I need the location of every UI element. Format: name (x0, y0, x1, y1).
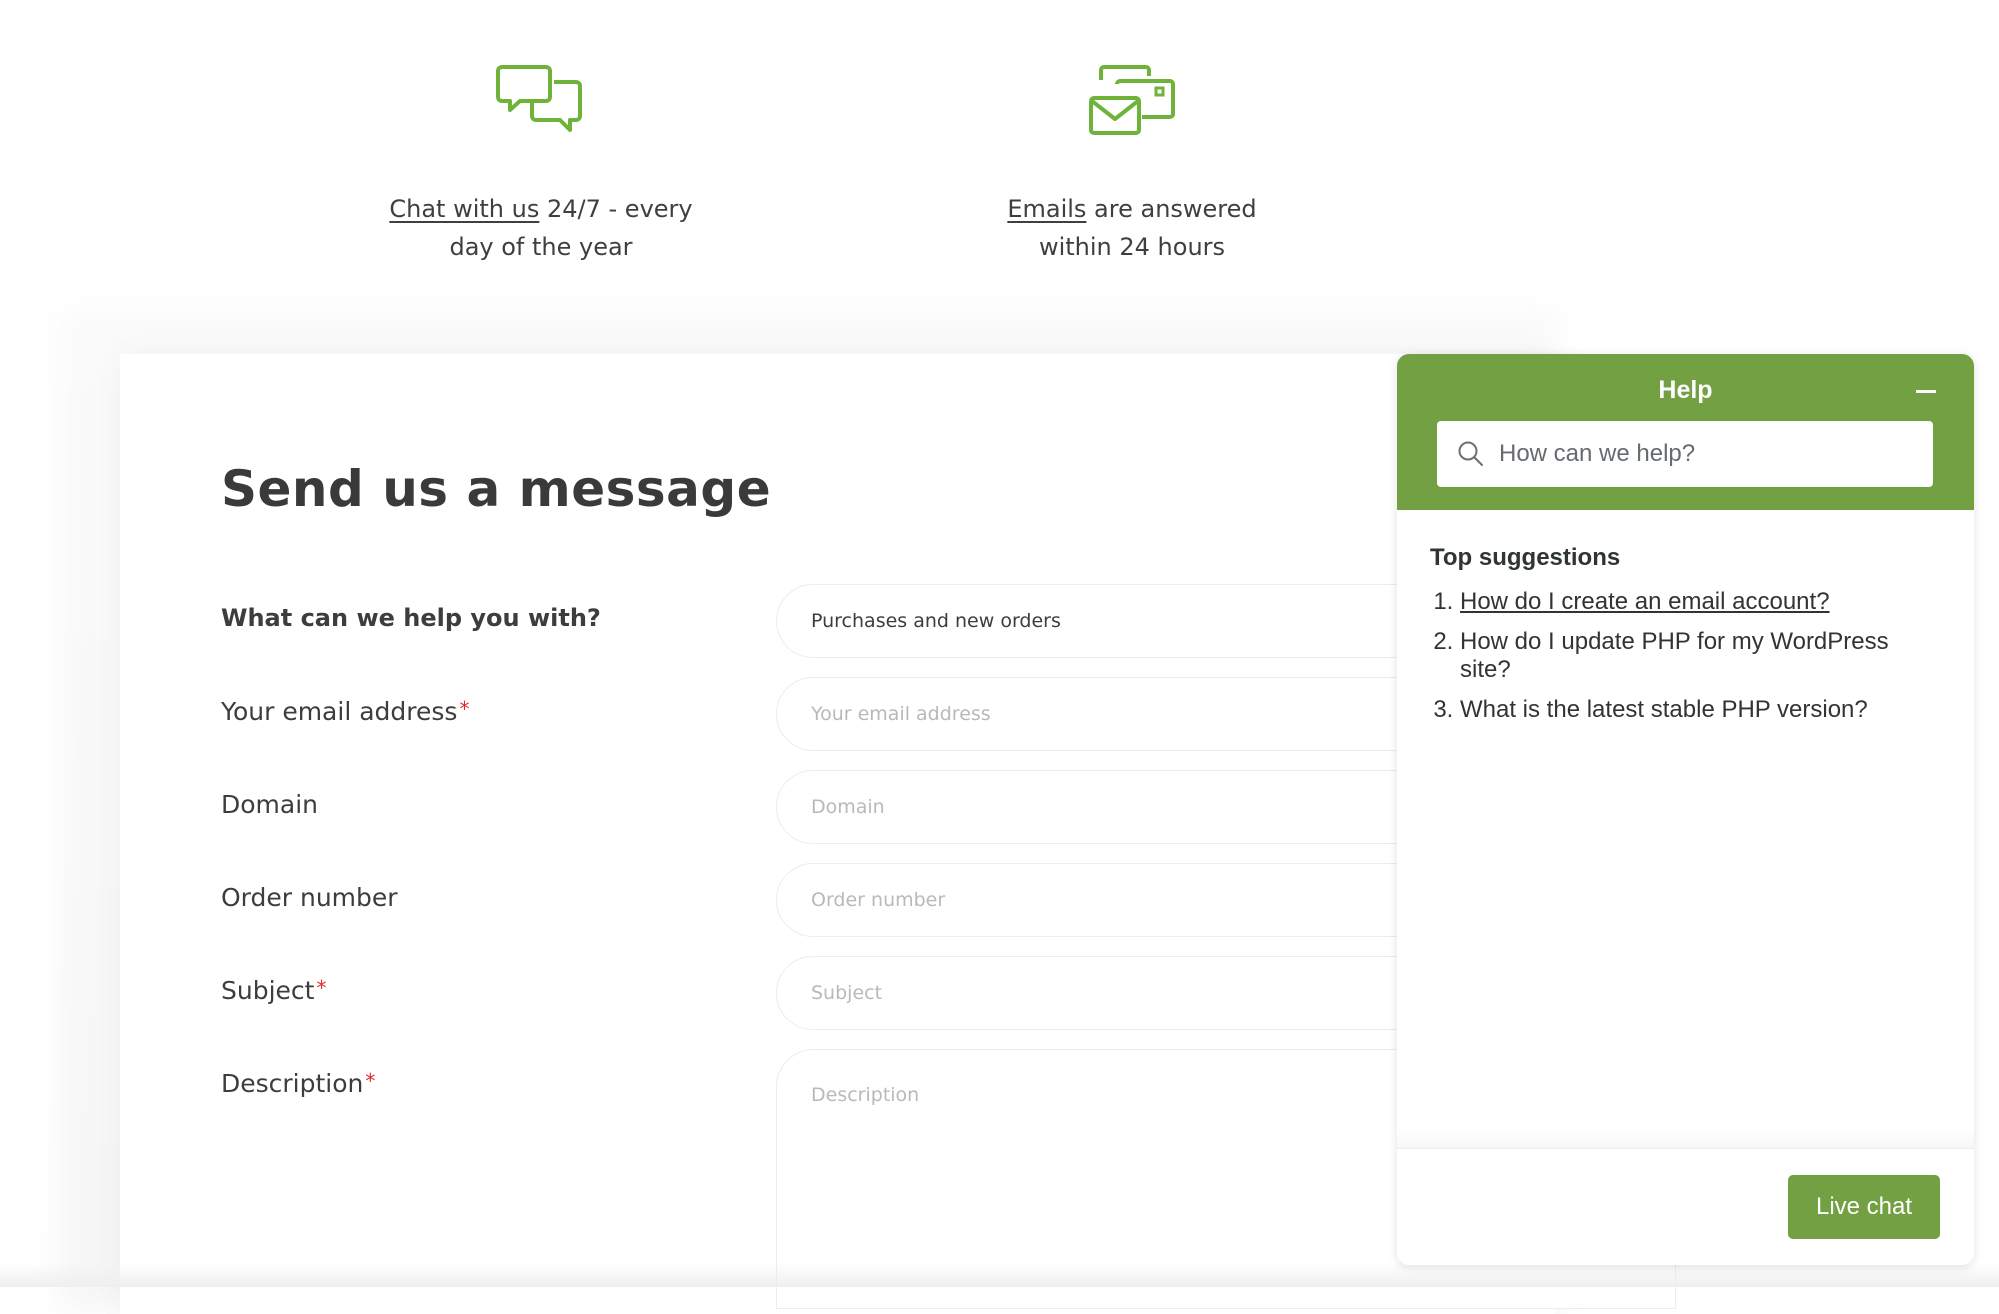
minus-icon[interactable] (1916, 390, 1936, 393)
suggestion-link[interactable]: How do I create an email account? (1460, 588, 1830, 615)
required-marker: * (316, 976, 327, 1000)
email-feature-text-line2: within 24 hours (1038, 233, 1226, 261)
chat-with-us-link[interactable]: Chat with us (389, 195, 539, 223)
search-icon (1458, 441, 1483, 466)
order-number-label: Order number (221, 883, 398, 912)
subject-label: Subject * (221, 976, 326, 1005)
domain-label: Domain (221, 790, 319, 819)
help-header: Help (1397, 354, 1974, 510)
emails-link[interactable]: Emails (1007, 195, 1086, 223)
help-body: Top suggestions How do I create an email… (1397, 510, 1974, 724)
suggestion-item[interactable]: How do I update PHP for my WordPress sit… (1460, 628, 1940, 684)
email-feature-text: are answered (1086, 195, 1257, 223)
feature-email: Emails are answered within 24 hours (952, 62, 1312, 266)
email-label: Your email address * (221, 697, 469, 726)
description-label: Description * (221, 1069, 375, 1098)
live-chat-button[interactable]: Live chat (1788, 1175, 1940, 1239)
help-footer: Live chat (1397, 1148, 1974, 1265)
help-title: Help (1658, 376, 1713, 404)
help-widget: Help Top suggestions How do I create an … (1397, 354, 1974, 1265)
help-footer-shade (1397, 1129, 1974, 1149)
envelopes-icon (1089, 65, 1175, 135)
chat-feature-text-line2: day of the year (449, 233, 633, 261)
topic-label: What can we help you with? (221, 604, 601, 632)
suggestion-item[interactable]: What is the latest stable PHP version? (1460, 696, 1940, 724)
feature-chat: Chat with us 24/7 - every day of the yea… (361, 62, 721, 266)
required-marker: * (459, 697, 470, 721)
subject-label-text: Subject (221, 976, 315, 1005)
suggestion-item[interactable]: How do I create an email account? (1460, 588, 1940, 616)
suggestions-list: How do I create an email account? How do… (1430, 588, 1940, 724)
email-label-text: Your email address (221, 697, 458, 726)
required-marker: * (365, 1069, 376, 1093)
chat-feature-text: 24/7 - every (539, 195, 693, 223)
contact-form-card: Send us a message What can we help you w… (120, 354, 1676, 1314)
suggestion-text[interactable]: How do I update PHP for my WordPress sit… (1460, 628, 1889, 683)
suggestion-text[interactable]: What is the latest stable PHP version? (1460, 696, 1868, 723)
page-title: Send us a message (221, 460, 772, 518)
help-search-input[interactable] (1497, 439, 1921, 469)
suggestions-heading: Top suggestions (1430, 544, 1621, 571)
description-label-text: Description (221, 1069, 364, 1098)
chat-bubbles-icon (496, 65, 582, 132)
help-search-box[interactable] (1437, 421, 1933, 487)
bottom-fade (0, 1263, 1999, 1287)
